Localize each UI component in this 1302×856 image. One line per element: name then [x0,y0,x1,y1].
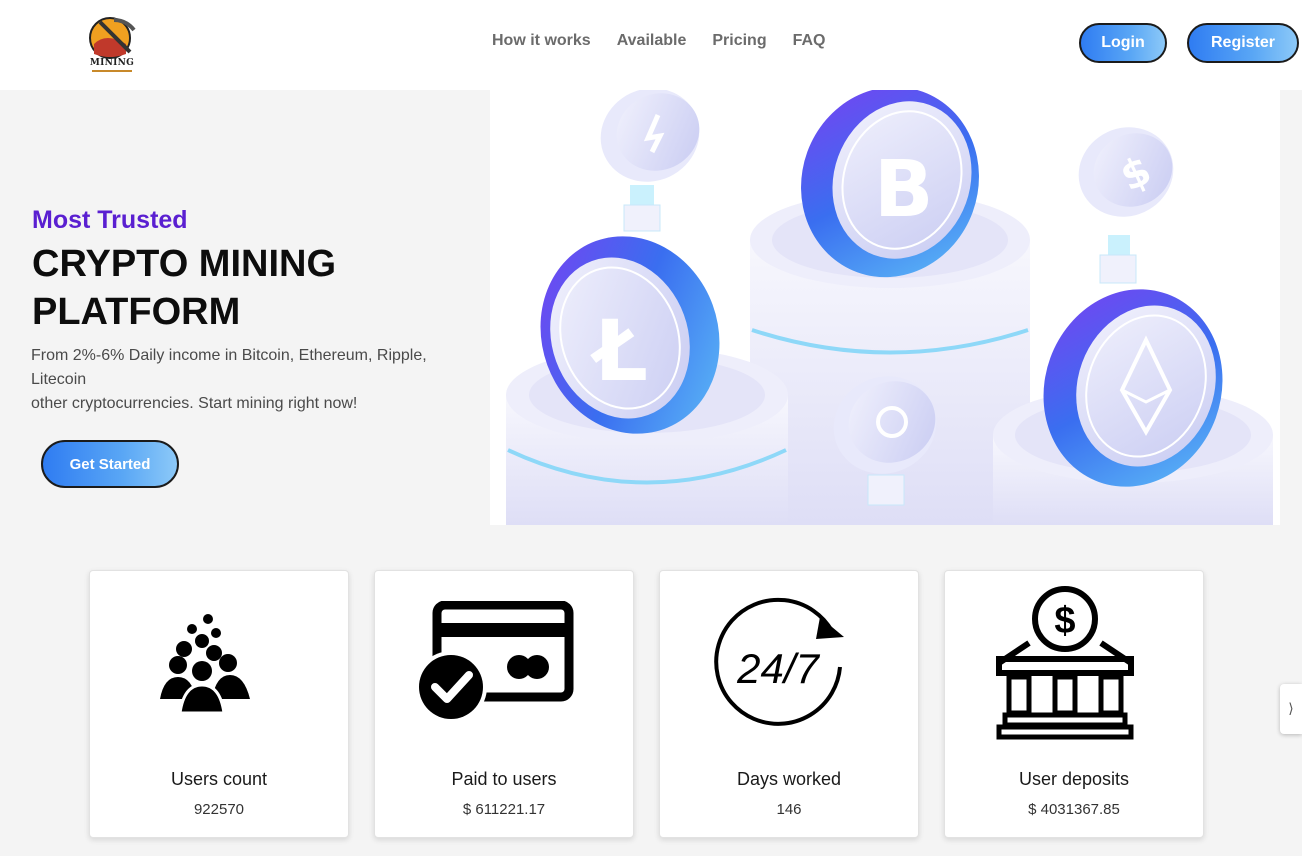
nav-faq[interactable]: FAQ [793,32,826,50]
stat-label: Users count [170,769,268,789]
side-tab-icon: ⟩ [1288,701,1294,717]
svg-text:B: B [874,145,933,235]
hero-description-line2: other cryptocurrencies. Start mining rig… [31,395,358,412]
hero-kicker: Most Trusted [32,206,188,234]
stat-card-days: 24/7 Days worked 146 [659,570,919,838]
svg-text:Ł: Ł [590,302,648,400]
svg-text:$: $ [1054,600,1075,642]
stat-label: Paid to users [451,769,557,789]
hero-title: CRYPTO MINING PLATFORM [32,243,337,333]
clock-24-7-icon: 24/7 [714,597,844,726]
hero-description: From 2%-6% Daily income in Bitcoin, Ethe… [31,344,471,416]
site-header: MINING How it works Available Pricing FA… [0,0,1302,90]
get-started-button[interactable]: Get Started [41,440,179,488]
users-group-icon [160,614,250,715]
login-button[interactable]: Login [1079,23,1167,63]
side-widget-tab[interactable]: ⟩ [1280,684,1302,734]
register-button[interactable]: Register [1187,23,1299,63]
stat-value: $ 4031367.85 [1028,801,1120,818]
crypto-coins-illustration: $ B Ł [490,90,1280,525]
logo-underline [92,70,132,72]
bank-dollar-icon: $ [996,586,1134,740]
clock-24-7-text: 24/7 [736,645,820,692]
stat-card-deposits: $ User deposits $ 4031367.85 [944,570,1204,838]
main-nav: How it works Available Pricing FAQ [492,32,825,50]
mining-logo-icon [89,17,136,59]
stat-value: 146 [776,801,802,818]
stat-card-paid: Paid to users $ 611221.17 [374,570,634,838]
nav-available[interactable]: Available [617,32,687,50]
stat-label: Days worked [736,769,842,789]
logo[interactable]: MINING [86,14,138,76]
nav-pricing[interactable]: Pricing [712,32,766,50]
card-check-icon [415,601,574,723]
stat-value: 922570 [193,801,245,818]
stat-label: User deposits [1018,769,1130,789]
hero-description-line1: From 2%-6% Daily income in Bitcoin, Ethe… [31,347,427,388]
nav-how-it-works[interactable]: How it works [492,32,591,50]
stat-value: $ 611221.17 [462,801,546,818]
logo-text: MINING [89,58,135,68]
stat-card-users: Users count 922570 [89,570,349,838]
